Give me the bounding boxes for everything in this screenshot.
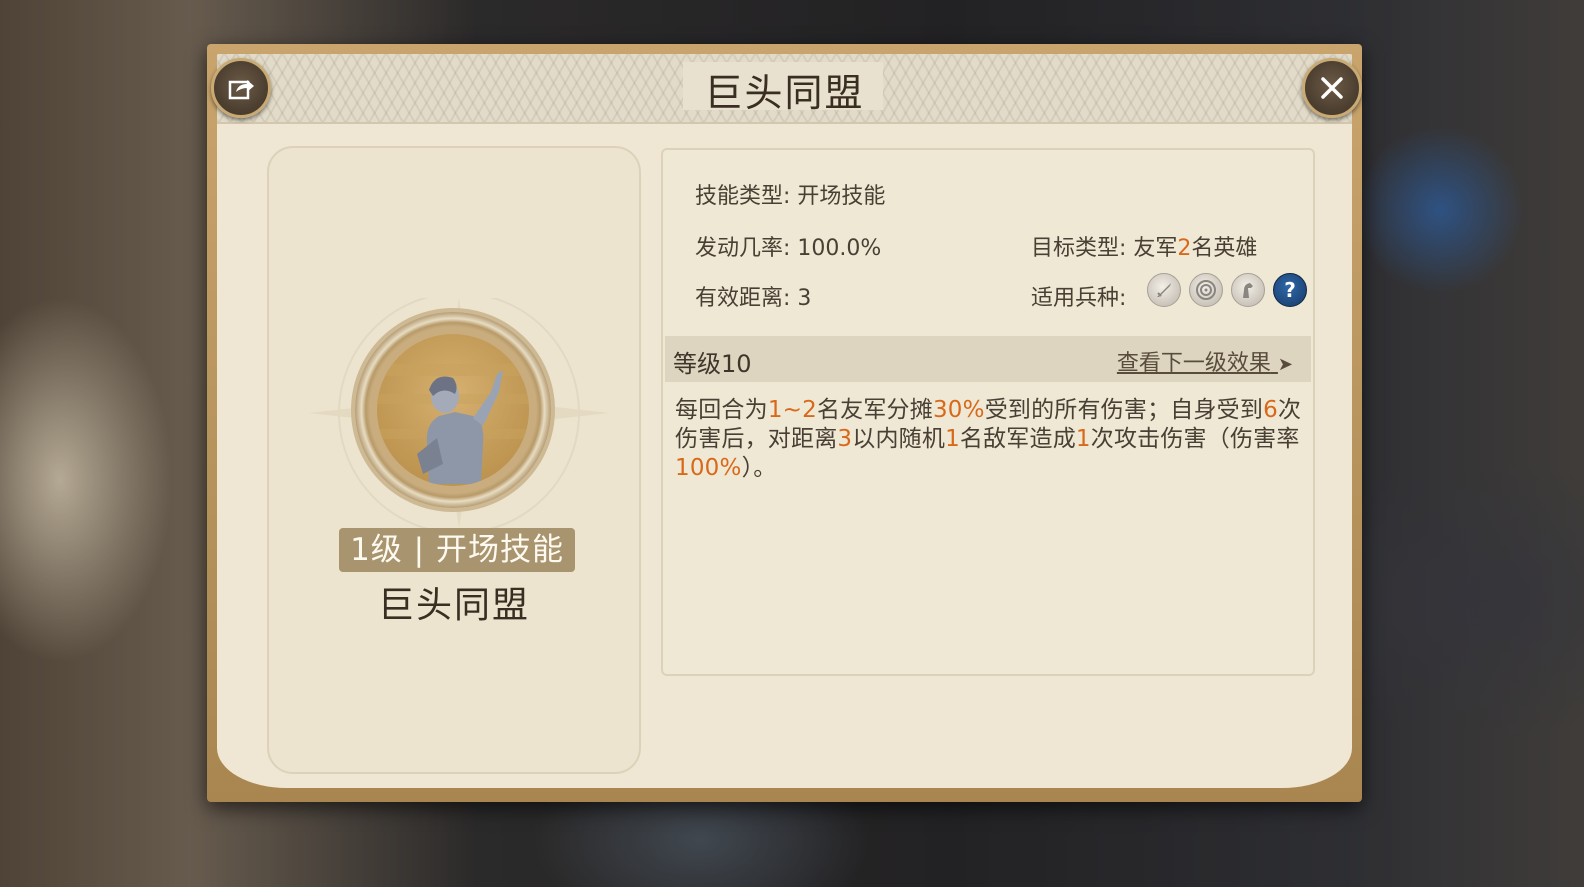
arrow-right-icon: ➤ <box>1277 354 1293 375</box>
description-highlight: 1 <box>945 426 960 452</box>
dialog-title: 巨头同盟 <box>704 71 865 115</box>
description-text: 受到的所有伤害；自身受到 <box>984 397 1264 423</box>
skill-card: 1级 | 开场技能 巨头同盟 <box>267 146 641 774</box>
skill-name: 巨头同盟 <box>377 585 530 626</box>
description-highlight: 6 <box>1263 397 1278 423</box>
troop-icons: ? <box>1147 273 1307 307</box>
target-type-suffix: 名英雄 <box>1191 236 1258 261</box>
share-icon <box>228 80 254 100</box>
skill-info-panel: 技能类型: 开场技能 发动几率: 100.0% 目标类型: 友军2名英雄 有效距… <box>661 148 1315 676</box>
next-level-link-label: 查看下一级效果 <box>1116 351 1271 376</box>
hero-figure-icon <box>377 364 529 484</box>
target-type: 目标类型: 友军2名英雄 <box>1031 230 1257 262</box>
target-type-prefix: 目标类型: 友军 <box>1031 236 1178 261</box>
description-text: 每回合为 <box>675 397 768 423</box>
description-text: 名敌军造成 <box>959 426 1076 452</box>
close-button[interactable] <box>1302 58 1362 118</box>
title-band: 巨头同盟 <box>217 54 1352 124</box>
description-highlight: 1 <box>1075 426 1091 452</box>
target-icon[interactable] <box>1189 273 1223 307</box>
effective-range: 有效距离: 3 <box>695 286 812 311</box>
description-text: 次攻击伤害（伤害率 <box>1090 426 1300 452</box>
skill-level-badge: 1级 | 开场技能 <box>339 528 575 572</box>
description-highlight: 1~2 <box>767 397 817 423</box>
skill-type: 技能类型: 开场技能 <box>695 184 886 209</box>
next-level-link[interactable]: 查看下一级效果 ➤ <box>1117 345 1293 377</box>
dialog-body: 巨头同盟 1级 | 开场技能 巨头同盟 技能类型: 开场技能 发动几率: 100… <box>217 54 1352 788</box>
share-button[interactable] <box>211 58 271 118</box>
trigger-rate: 发动几率: 100.0% <box>695 236 882 261</box>
skill-description: 每回合为1~2名友军分摊30%受到的所有伤害；自身受到6次伤害后，对距离3以内随… <box>675 396 1305 483</box>
target-number: 2 <box>1177 236 1192 261</box>
close-icon <box>1321 77 1343 99</box>
skill-dialog: 巨头同盟 1级 | 开场技能 巨头同盟 技能类型: 开场技能 发动几率: 100… <box>207 44 1362 802</box>
help-symbol: ? <box>1284 278 1296 302</box>
description-text: 以内随机 <box>852 426 946 452</box>
skill-level: 等级10 <box>673 350 752 378</box>
sword-icon[interactable] <box>1147 273 1181 307</box>
level-bar: 等级10 查看下一级效果 ➤ <box>665 336 1311 382</box>
description-highlight: 3 <box>837 426 853 452</box>
description-text: ）。 <box>741 455 777 481</box>
description-highlight: 100% <box>675 455 742 481</box>
description-highlight: 30% <box>932 397 985 423</box>
skill-portrait <box>377 334 529 486</box>
question-icon[interactable]: ? <box>1273 273 1307 307</box>
horse-icon[interactable] <box>1231 273 1265 307</box>
description-text: 名友军分摊 <box>816 397 933 423</box>
troop-type-label: 适用兵种: <box>1031 286 1127 311</box>
